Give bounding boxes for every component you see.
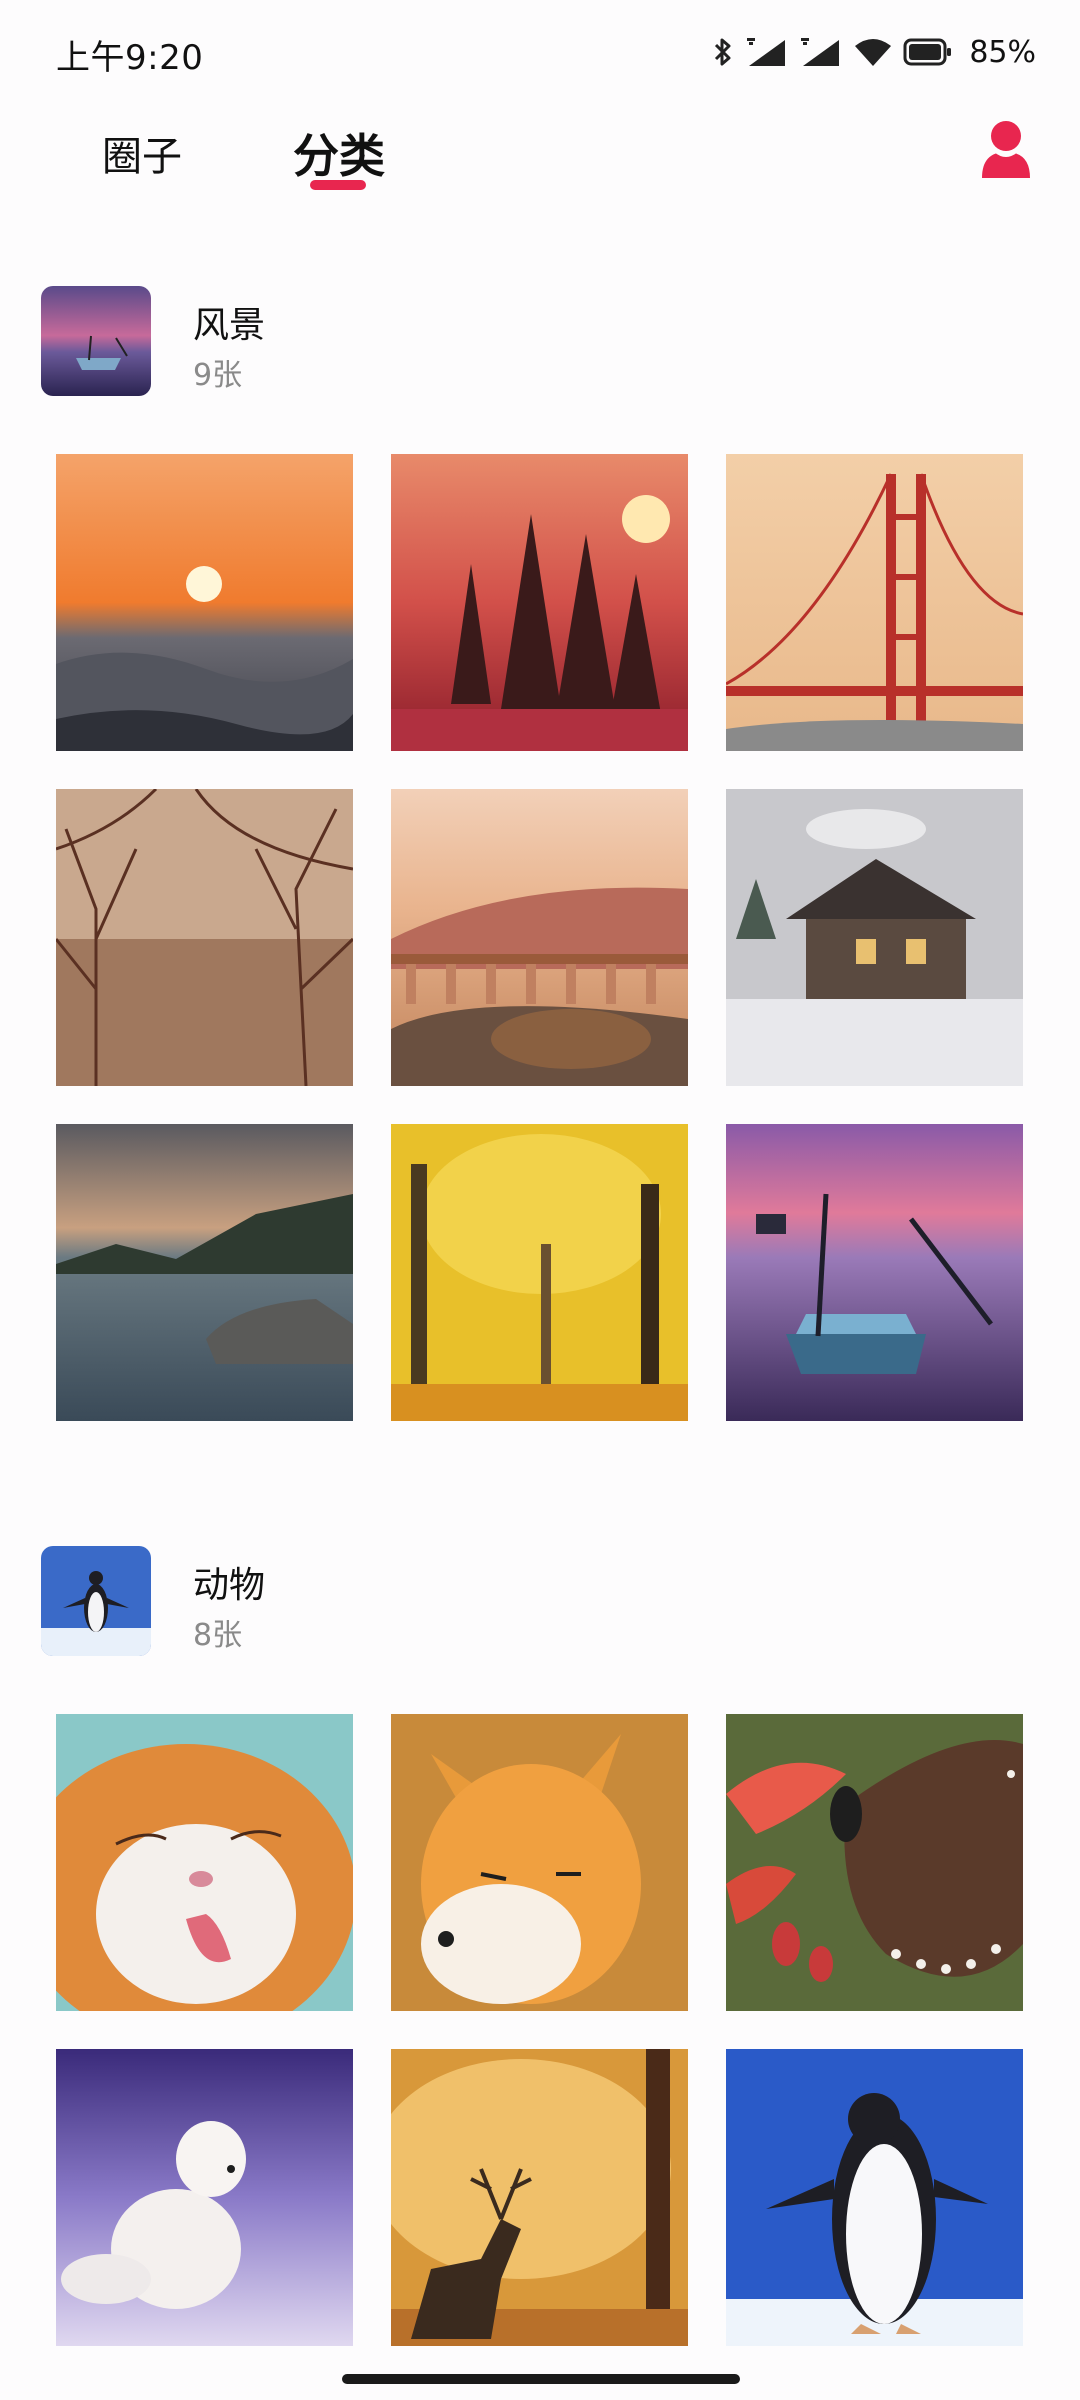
category-header[interactable]: 动物 8张	[0, 1546, 1080, 1656]
active-tab-indicator	[310, 180, 366, 190]
photo-brown-butterfly-red-flower[interactable]	[726, 1714, 1023, 2011]
gesture-navigation-bar[interactable]	[342, 2374, 740, 2384]
user-icon	[982, 121, 1030, 178]
photo-golden-gate-bridge[interactable]	[726, 454, 1023, 751]
bluetooth-icon	[715, 38, 731, 66]
photo-misty-bare-trees[interactable]	[56, 789, 353, 1086]
status-bar: 上午9:20 85%	[0, 0, 1080, 104]
category-header[interactable]: 风景 9张	[0, 286, 1080, 396]
category-section-animals: 动物 8张	[0, 1546, 1080, 2346]
photo-sunset-over-sea[interactable]	[56, 454, 353, 751]
status-time: 上午9:20	[56, 38, 204, 78]
photo-red-forest-sunrise[interactable]	[391, 454, 688, 751]
tab-category[interactable]: 分类	[293, 120, 385, 186]
top-nav: 圈子 分类	[0, 104, 1080, 214]
wifi-icon	[855, 39, 892, 66]
photo-stone-viaduct-mountains[interactable]	[391, 789, 688, 1086]
photo-orange-cat-licking[interactable]	[56, 1714, 353, 2011]
battery-percentage: 85%	[969, 34, 1036, 70]
profile-button[interactable]	[976, 118, 1036, 182]
photo-snowy-log-cabin[interactable]	[726, 789, 1023, 1086]
status-icons: 85%	[711, 30, 1036, 74]
photo-red-fox[interactable]	[391, 1714, 688, 2011]
photo-lake-rocky-shore[interactable]	[56, 1124, 353, 1421]
category-cover-image	[41, 286, 151, 396]
photo-rowboat-purple-lake[interactable]	[726, 1124, 1023, 1421]
category-cover-image	[41, 1546, 151, 1656]
category-count: 8张	[193, 1618, 243, 1653]
category-title: 风景	[193, 305, 266, 346]
signal-icon-2	[801, 38, 840, 66]
photo-deer-autumn-forest[interactable]	[391, 2049, 688, 2346]
category-count: 9张	[193, 358, 243, 393]
category-title: 动物	[193, 1565, 266, 1606]
category-section-scenery: 风景 9张	[0, 286, 1080, 1421]
photo-yellow-autumn-forest[interactable]	[391, 1124, 688, 1421]
signal-icon	[747, 38, 786, 66]
photo-penguin-snow[interactable]	[726, 2049, 1023, 2346]
battery-icon	[903, 38, 952, 66]
photo-arctic-fox-snow[interactable]	[56, 2049, 353, 2346]
tab-circle[interactable]: 圈子	[102, 124, 182, 182]
